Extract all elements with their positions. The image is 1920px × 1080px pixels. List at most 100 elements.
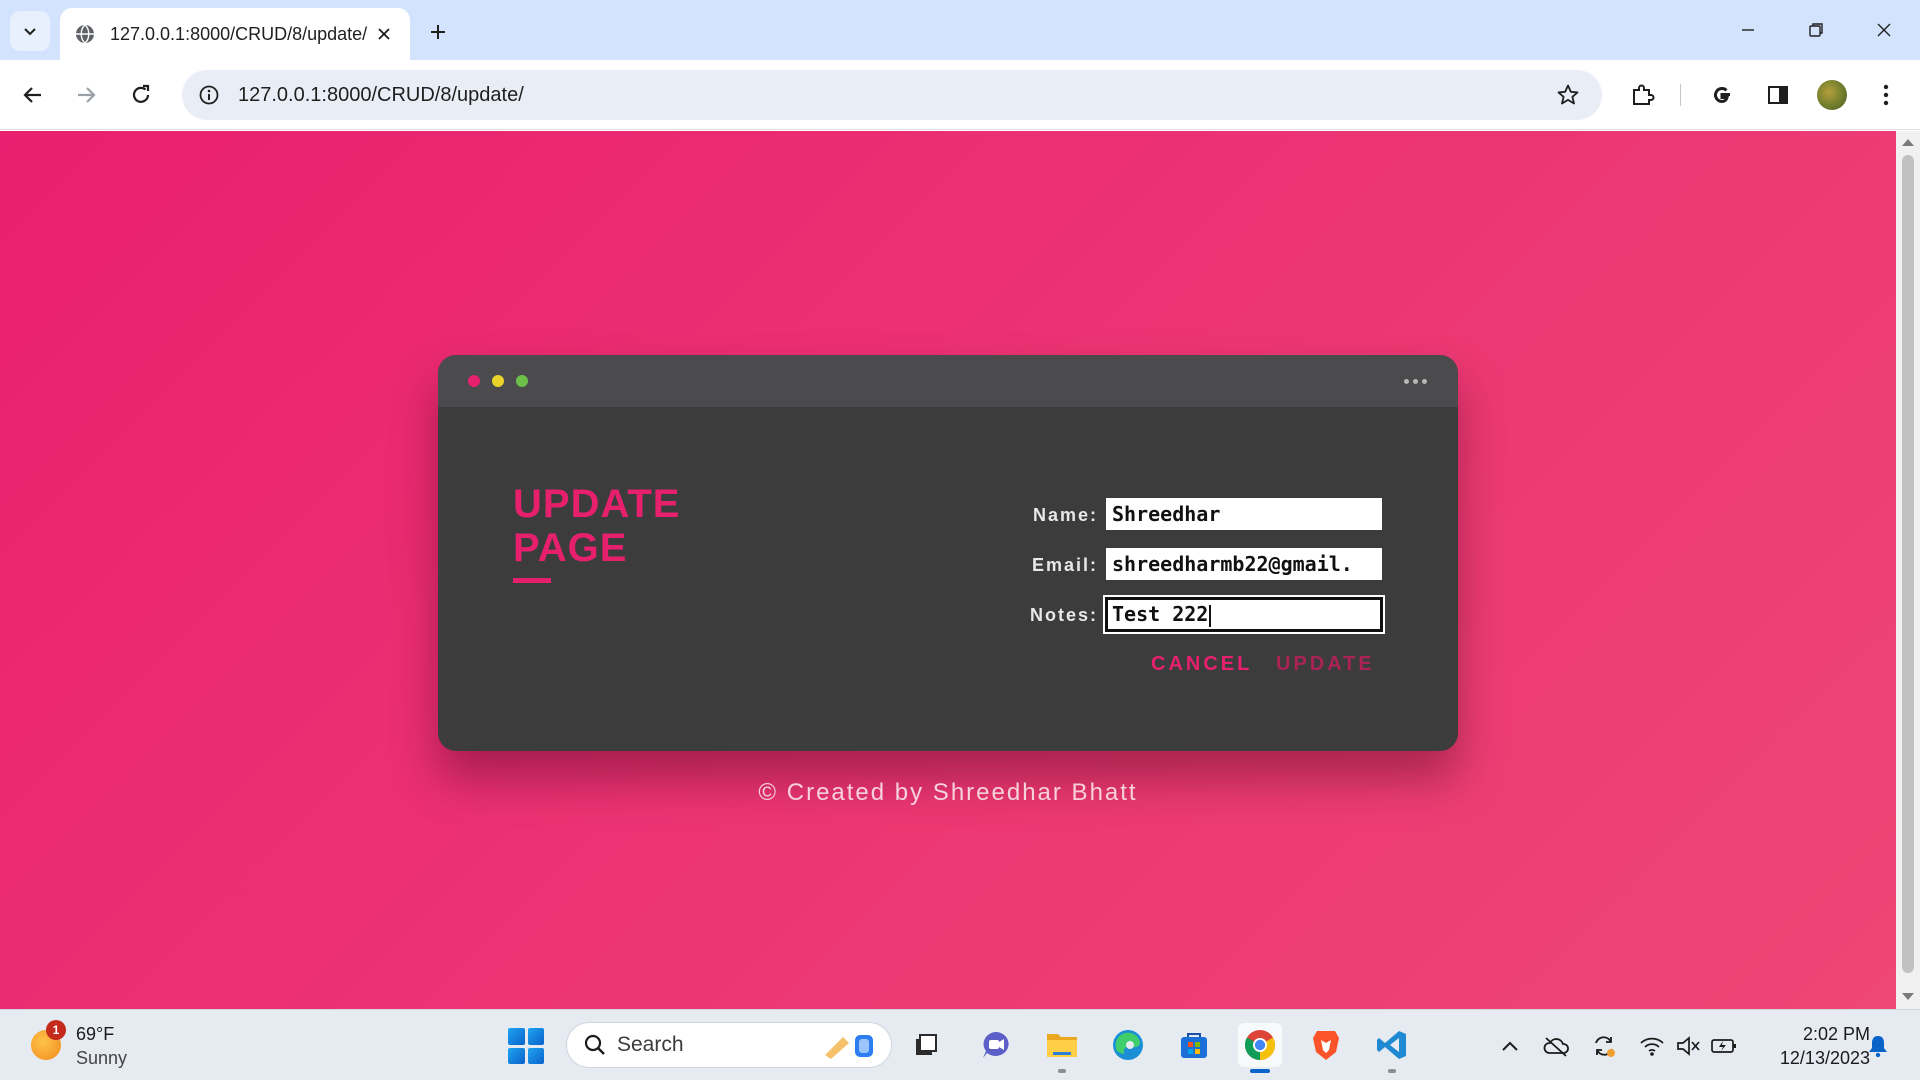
browser-menu-icon[interactable]: [1866, 75, 1906, 115]
chrome-icon: [1244, 1030, 1276, 1060]
tab-strip: 127.0.0.1:8000/CRUD/8/update/: [0, 0, 1920, 60]
page-viewport: UPDATE PAGE Name: Shreedhar Email: shree…: [0, 131, 1896, 1009]
yellow-dot-icon: [492, 375, 504, 387]
weather-condition: Sunny: [76, 1048, 128, 1068]
close-icon: [1877, 23, 1891, 37]
text-caret: [1209, 604, 1212, 627]
volume-muted-icon[interactable]: [1674, 1032, 1702, 1060]
toolbar-divider: [1680, 84, 1681, 106]
side-panel-icon[interactable]: [1758, 75, 1798, 115]
system-clock[interactable]: 2:02 PM 12/13/2023: [1750, 1022, 1870, 1070]
restore-button[interactable]: [1786, 10, 1846, 50]
search-label: Search: [617, 1033, 684, 1056]
notes-label: Notes:: [1029, 605, 1098, 625]
scroll-up-icon[interactable]: [1902, 139, 1914, 146]
taskbar-search[interactable]: Search: [566, 1022, 892, 1068]
weather-widget[interactable]: 1 69°F Sunny: [26, 1020, 156, 1070]
site-info-icon[interactable]: [194, 80, 224, 110]
taskbar-file-explorer[interactable]: [1040, 1023, 1084, 1073]
arrow-left-icon: [23, 87, 41, 103]
show-hidden-icons[interactable]: [1496, 1032, 1524, 1060]
store-icon: [1181, 1033, 1207, 1058]
restore-icon: [1809, 23, 1823, 37]
edge-icon: [1113, 1030, 1143, 1060]
onedrive-icon[interactable]: [1542, 1032, 1570, 1060]
card-title-bar: [438, 355, 1458, 407]
taskbar: 1 69°F Sunny Search 2:02 PM 12/13/2023: [0, 1009, 1920, 1080]
page-scrollbar[interactable]: [1896, 131, 1920, 1009]
tab-search-button[interactable]: [10, 11, 50, 51]
arrow-right-icon: [78, 87, 96, 103]
notes-value: Test 222: [1112, 602, 1209, 626]
running-indicator: [1058, 1069, 1066, 1073]
clock-time: 2:02 PM: [1802, 1024, 1870, 1044]
browser-toolbar: 127.0.0.1:8000/CRUD/8/update/: [0, 60, 1920, 130]
name-label: Name:: [1032, 505, 1098, 525]
start-button[interactable]: [508, 1028, 544, 1064]
windows-logo-icon: [508, 1028, 525, 1045]
update-card: UPDATE PAGE Name: Shreedhar Email: shree…: [438, 355, 1458, 751]
avatar: [1817, 80, 1847, 110]
tab-title: 127.0.0.1:8000/CRUD/8/update/: [110, 23, 368, 44]
wifi-icon[interactable]: [1638, 1032, 1666, 1060]
search-highlight-icon: [825, 1035, 873, 1059]
name-field[interactable]: Shreedhar: [1106, 498, 1382, 530]
battery-icon[interactable]: [1710, 1032, 1738, 1060]
minimize-icon: [1742, 29, 1754, 31]
update-button[interactable]: UPDATE: [1276, 653, 1375, 676]
email-label: Email:: [1031, 555, 1098, 575]
folder-icon: [1047, 1034, 1077, 1057]
page-title-line1: UPDATE: [513, 482, 681, 526]
reload-icon: [132, 84, 150, 103]
search-icon: [584, 1034, 605, 1055]
notes-field[interactable]: Test 222: [1103, 595, 1385, 634]
active-indicator: [1250, 1069, 1270, 1073]
weather-temperature: 69°F: [76, 1024, 115, 1044]
page-title-line2: PAGE: [513, 526, 628, 570]
chevron-up-icon: [1502, 1041, 1518, 1051]
red-dot-icon: [468, 375, 480, 387]
bookmark-star-icon[interactable]: [1550, 77, 1586, 113]
taskbar-vscode[interactable]: [1370, 1023, 1414, 1073]
close-tab-icon[interactable]: [372, 22, 396, 46]
running-indicator: [1388, 1069, 1396, 1073]
notification-bell-icon[interactable]: [1864, 1032, 1892, 1060]
new-tab-button[interactable]: [422, 16, 454, 48]
chevron-down-icon: [24, 28, 36, 36]
notification-badge: 1: [46, 1020, 66, 1040]
taskbar-brave[interactable]: [1304, 1023, 1348, 1067]
plus-icon: [431, 25, 445, 39]
url-text[interactable]: 127.0.0.1:8000/CRUD/8/update/: [238, 84, 1550, 107]
footer-credit: © Created by Shreedhar Bhatt: [758, 779, 1138, 806]
clock-date: 12/13/2023: [1779, 1048, 1870, 1068]
browser-tab[interactable]: 127.0.0.1:8000/CRUD/8/update/: [60, 8, 410, 60]
scroll-down-icon[interactable]: [1902, 993, 1914, 1000]
taskbar-task-view[interactable]: [904, 1023, 948, 1067]
brave-icon: [1313, 1031, 1339, 1060]
taskbar-edge[interactable]: [1106, 1023, 1150, 1067]
task-view-icon: [916, 1034, 937, 1055]
google-icon[interactable]: [1702, 75, 1742, 115]
globe-icon: [74, 23, 96, 45]
scrollbar-thumb[interactable]: [1902, 155, 1914, 973]
chat-icon: [983, 1032, 1009, 1058]
vscode-icon: [1377, 1031, 1406, 1059]
minimize-button[interactable]: [1718, 10, 1778, 50]
reload-button[interactable]: [121, 75, 161, 115]
sync-icon[interactable]: [1590, 1032, 1618, 1060]
email-field[interactable]: shreedharmb22@gmail.: [1106, 548, 1382, 580]
taskbar-chat[interactable]: [974, 1023, 1018, 1067]
page-title: UPDATE PAGE: [513, 482, 680, 570]
title-underline: [513, 578, 551, 583]
cancel-button[interactable]: CANCEL: [1151, 653, 1252, 676]
extensions-icon[interactable]: [1622, 75, 1662, 115]
back-button[interactable]: [13, 75, 53, 115]
close-window-button[interactable]: [1854, 10, 1914, 50]
address-bar[interactable]: 127.0.0.1:8000/CRUD/8/update/: [182, 70, 1602, 120]
green-dot-icon: [516, 375, 528, 387]
taskbar-chrome[interactable]: [1238, 1023, 1282, 1073]
more-options-icon[interactable]: [1404, 373, 1430, 389]
forward-button[interactable]: [66, 75, 106, 115]
taskbar-store[interactable]: [1172, 1023, 1216, 1067]
profile-avatar[interactable]: [1812, 75, 1852, 115]
